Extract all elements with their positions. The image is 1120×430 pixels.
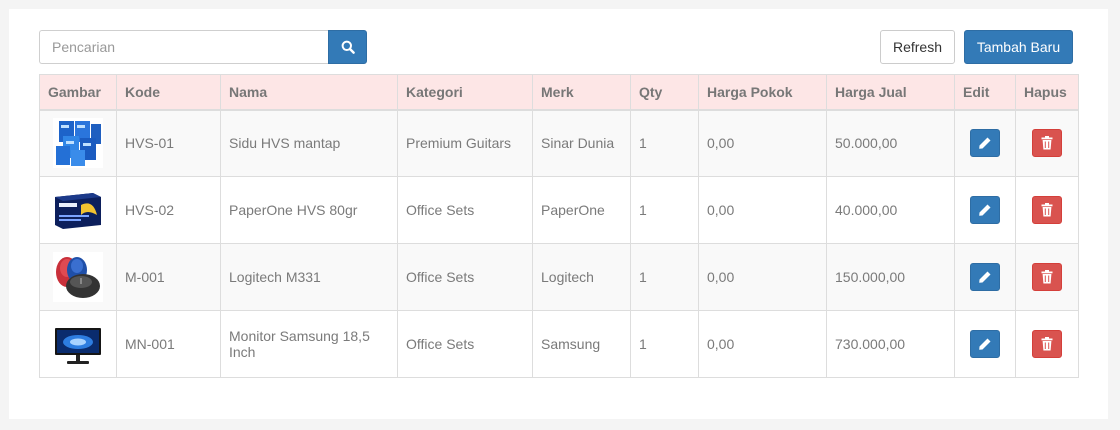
products-table: Gambar Kode Nama Kategori Merk Qty Harga… <box>39 74 1079 378</box>
qty-cell: 1 <box>630 176 699 244</box>
header-nama[interactable]: Nama <box>220 74 398 111</box>
search-group <box>39 30 367 64</box>
header-kode[interactable]: Kode <box>116 74 221 111</box>
header-edit: Edit <box>954 74 1016 111</box>
delete-cell <box>1015 176 1079 244</box>
harga-pokok-cell: 0,00 <box>698 109 827 177</box>
harga-jual-cell: 40.000,00 <box>826 176 955 244</box>
pencil-icon <box>979 204 991 216</box>
kategori-cell: Office Sets <box>397 176 533 244</box>
nama-cell: Logitech M331 <box>220 243 398 311</box>
pencil-icon <box>979 271 991 283</box>
products-panel: Refresh Tambah Baru Gambar Kode Nama Kat… <box>9 9 1108 419</box>
delete-button[interactable] <box>1032 263 1062 291</box>
harga-pokok-cell: 0,00 <box>698 243 827 311</box>
nama-cell: Monitor Samsung 18,5 Inch <box>220 310 398 378</box>
header-hapus: Hapus <box>1015 74 1079 111</box>
trash-icon <box>1041 270 1053 284</box>
trash-icon <box>1041 337 1053 351</box>
kode-cell: MN-001 <box>116 310 221 378</box>
qty-cell: 1 <box>630 243 699 311</box>
merk-cell: PaperOne <box>532 176 631 244</box>
table-header-row: Gambar Kode Nama Kategori Merk Qty Harga… <box>39 74 1079 111</box>
nama-cell: PaperOne HVS 80gr <box>220 176 398 244</box>
table-row: M-001 Logitech M331 Office Sets Logitech… <box>39 243 1079 311</box>
delete-button[interactable] <box>1032 196 1062 224</box>
search-button[interactable] <box>328 30 367 64</box>
edit-button[interactable] <box>970 196 1000 224</box>
kategori-cell: Office Sets <box>397 243 533 311</box>
kategori-cell: Premium Guitars <box>397 109 533 177</box>
kode-cell: M-001 <box>116 243 221 311</box>
delete-button[interactable] <box>1032 330 1062 358</box>
trash-icon <box>1041 136 1053 150</box>
qty-cell: 1 <box>630 109 699 177</box>
delete-cell <box>1015 310 1079 378</box>
delete-cell <box>1015 109 1079 177</box>
header-gambar[interactable]: Gambar <box>39 74 117 111</box>
paper-ream-stack-image <box>53 118 103 169</box>
image-cell <box>39 109 117 177</box>
harga-jual-cell: 50.000,00 <box>826 109 955 177</box>
table-row: MN-001 Monitor Samsung 18,5 Inch Office … <box>39 310 1079 378</box>
harga-jual-cell: 730.000,00 <box>826 310 955 378</box>
edit-cell <box>954 310 1016 378</box>
merk-cell: Sinar Dunia <box>532 109 631 177</box>
trash-icon <box>1041 203 1053 217</box>
merk-cell: Samsung <box>532 310 631 378</box>
search-icon <box>341 40 355 54</box>
nama-cell: Sidu HVS mantap <box>220 109 398 177</box>
harga-jual-cell: 150.000,00 <box>826 243 955 311</box>
logitech-mouse-image <box>53 252 103 302</box>
pencil-icon <box>979 137 991 150</box>
delete-cell <box>1015 243 1079 311</box>
paperone-box-image <box>53 185 103 235</box>
kode-cell: HVS-02 <box>116 176 221 244</box>
harga-pokok-cell: 0,00 <box>698 176 827 244</box>
samsung-monitor-image <box>53 319 103 369</box>
header-kategori[interactable]: Kategori <box>397 74 533 111</box>
edit-button[interactable] <box>970 263 1000 291</box>
refresh-button[interactable]: Refresh <box>880 30 955 64</box>
search-input[interactable] <box>39 30 328 64</box>
delete-button[interactable] <box>1032 129 1062 158</box>
add-new-button[interactable]: Tambah Baru <box>964 30 1073 64</box>
merk-cell: Logitech <box>532 243 631 311</box>
harga-pokok-cell: 0,00 <box>698 310 827 378</box>
edit-cell <box>954 109 1016 177</box>
qty-cell: 1 <box>630 310 699 378</box>
table-row: HVS-01 Sidu HVS mantap Premium Guitars S… <box>39 109 1079 177</box>
pencil-icon <box>979 338 991 350</box>
image-cell <box>39 243 117 311</box>
kode-cell: HVS-01 <box>116 109 221 177</box>
kategori-cell: Office Sets <box>397 310 533 378</box>
edit-cell <box>954 243 1016 311</box>
header-merk[interactable]: Merk <box>532 74 631 111</box>
header-harga-jual[interactable]: Harga Jual <box>826 74 955 111</box>
edit-button[interactable] <box>970 330 1000 358</box>
image-cell <box>39 310 117 378</box>
image-cell <box>39 176 117 244</box>
edit-cell <box>954 176 1016 244</box>
table-row: HVS-02 PaperOne HVS 80gr Office Sets Pap… <box>39 176 1079 244</box>
header-qty[interactable]: Qty <box>630 74 699 111</box>
edit-button[interactable] <box>970 129 1000 158</box>
header-harga-pokok[interactable]: Harga Pokok <box>698 74 827 111</box>
